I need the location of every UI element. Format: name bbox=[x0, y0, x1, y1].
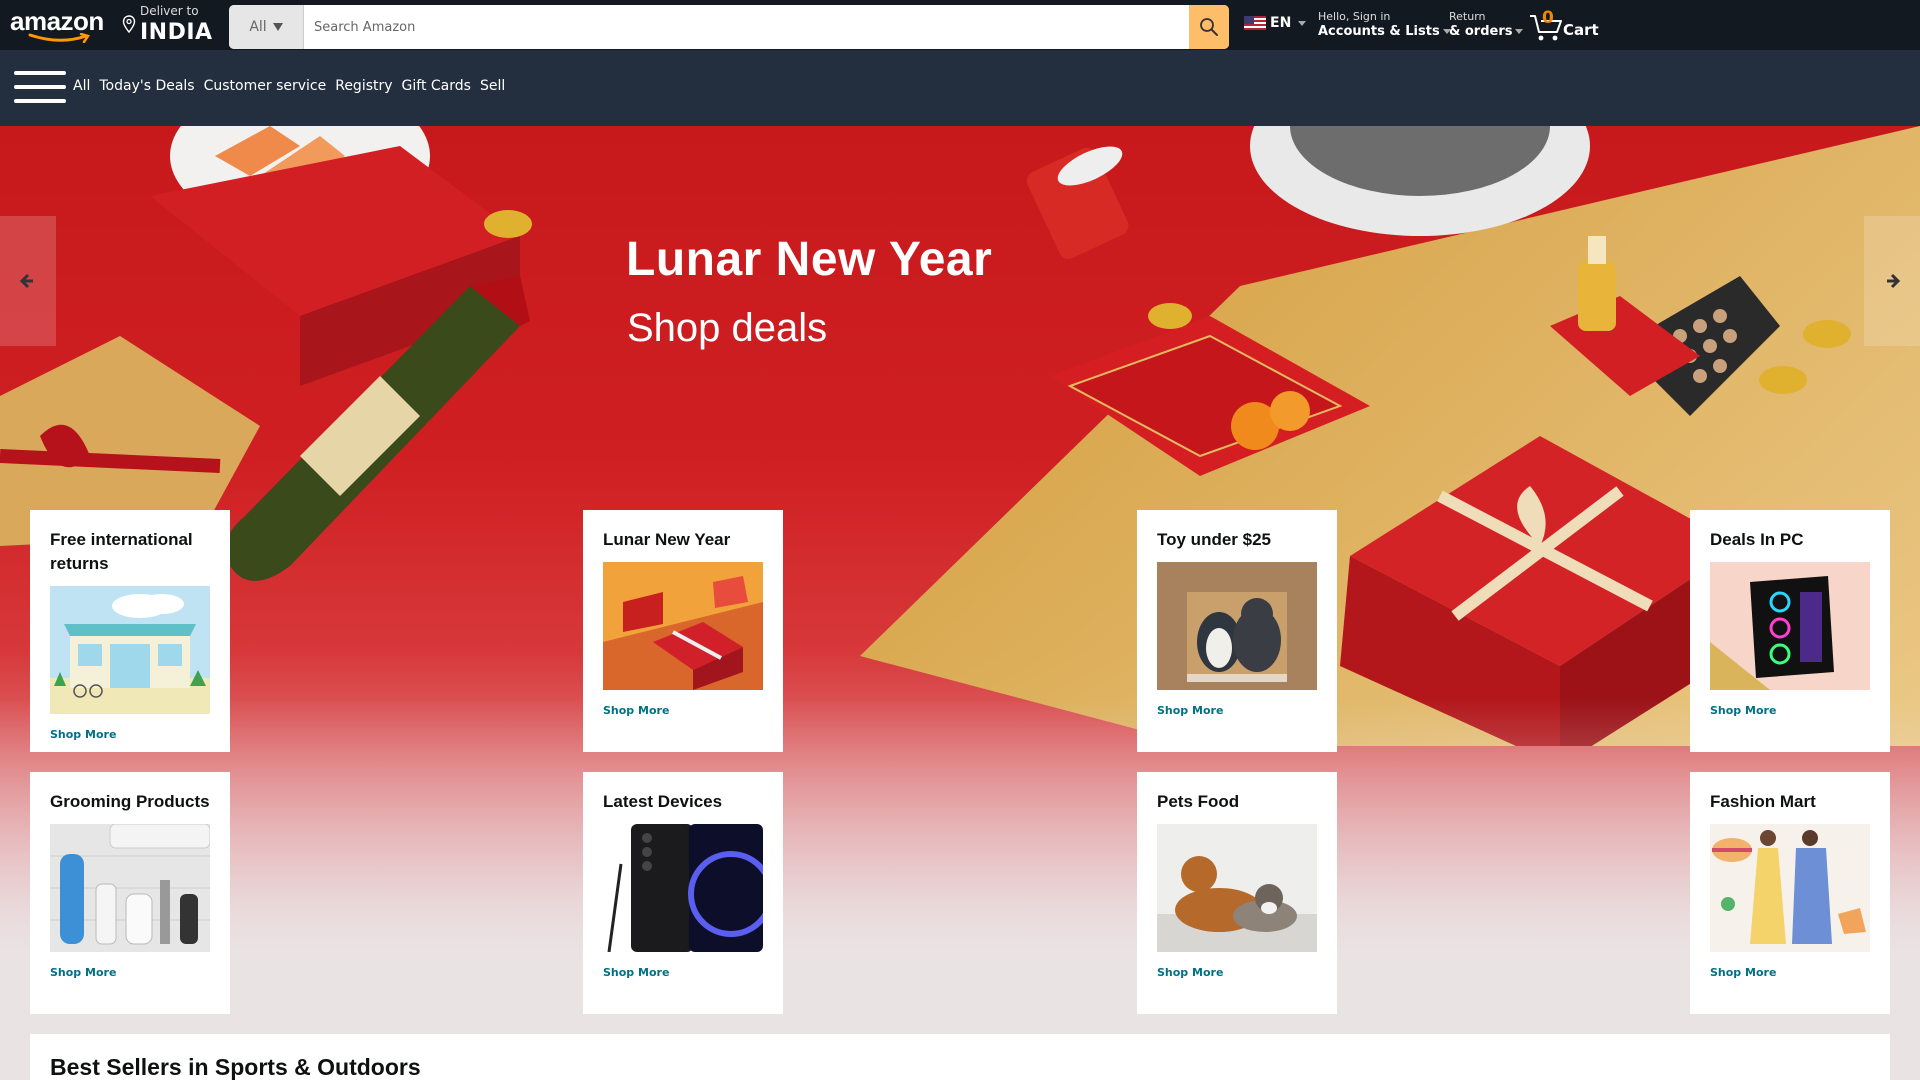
account-lists-label: Accounts & Lists bbox=[1318, 24, 1440, 39]
card-title: Latest Devices bbox=[603, 792, 723, 811]
amazon-logo[interactable]: amazon bbox=[10, 6, 110, 43]
returns-label: Return bbox=[1449, 10, 1486, 23]
chevron-down-icon bbox=[1298, 20, 1307, 26]
card-toy-under-25[interactable]: Toy under $25 Shop More bbox=[1137, 510, 1337, 752]
logo-text: amazon bbox=[10, 6, 104, 36]
shop-more-link[interactable]: Shop More bbox=[50, 728, 210, 741]
account-menu[interactable]: Hello, Sign in Accounts & Lists bbox=[1318, 10, 1451, 40]
top-navigation-bar: amazon Deliver to INDIA All Search Amazo… bbox=[0, 0, 1920, 50]
nav-todays-deals[interactable]: Today's Deals bbox=[99, 78, 194, 94]
plush-toys-image[interactable] bbox=[1157, 562, 1317, 690]
dropdown-caret-icon bbox=[272, 23, 283, 31]
smile-arrow-icon bbox=[28, 33, 90, 43]
returns-orders-link[interactable]: Return & orders bbox=[1449, 10, 1524, 40]
grooming-kit-image[interactable] bbox=[50, 824, 210, 952]
nav-all[interactable]: All bbox=[73, 78, 90, 94]
search-icon bbox=[1200, 18, 1218, 36]
deliver-to-country: INDIA bbox=[140, 20, 213, 45]
deliver-to-label: Deliver to bbox=[140, 4, 199, 18]
card-title: Toy under $25 bbox=[1157, 530, 1271, 549]
smartphone-image[interactable] bbox=[603, 824, 763, 952]
arrow-right-icon bbox=[1887, 273, 1901, 289]
cart-button[interactable]: 0 Cart bbox=[1529, 8, 1609, 44]
shop-more-link[interactable]: Shop More bbox=[1710, 966, 1870, 979]
deliver-to-location[interactable]: Deliver to INDIA bbox=[122, 3, 226, 47]
search-category-label: All bbox=[249, 19, 267, 35]
card-title: Free international returns bbox=[50, 530, 193, 573]
orders-label: & orders bbox=[1449, 24, 1513, 39]
search-button[interactable] bbox=[1189, 5, 1229, 49]
storefront-illustration-image[interactable] bbox=[50, 586, 210, 714]
card-free-international-returns[interactable]: Free international returns Shop More bbox=[30, 510, 230, 752]
shop-more-link[interactable]: Shop More bbox=[1157, 704, 1317, 717]
card-deals-in-pc[interactable]: Deals In PC Shop More bbox=[1690, 510, 1890, 752]
nav-customer-service[interactable]: Customer service bbox=[204, 78, 327, 94]
shop-more-link[interactable]: Shop More bbox=[603, 966, 763, 979]
gift-boxes-image[interactable] bbox=[603, 562, 763, 690]
language-label: EN bbox=[1270, 15, 1292, 31]
cart-count: 0 bbox=[1542, 8, 1554, 28]
dog-and-cat-image[interactable] bbox=[1157, 824, 1317, 952]
chevron-down-icon bbox=[1515, 29, 1524, 34]
hamburger-menu-icon[interactable] bbox=[14, 71, 66, 105]
card-fashion-mart[interactable]: Fashion Mart Shop More bbox=[1690, 772, 1890, 1014]
arrow-left-icon bbox=[19, 273, 33, 289]
secondary-navigation-bar: All Today's Deals Customer service Regis… bbox=[0, 50, 1920, 126]
language-selector[interactable]: EN bbox=[1244, 15, 1307, 31]
best-sellers-section: Best Sellers in Sports & Outdoors bbox=[30, 1034, 1890, 1080]
hero-title: Lunar New Year bbox=[626, 233, 993, 286]
card-grooming-products[interactable]: Grooming Products Shop More bbox=[30, 772, 230, 1014]
us-flag-icon bbox=[1244, 16, 1266, 30]
nav-sell[interactable]: Sell bbox=[480, 78, 505, 94]
card-title: Pets Food bbox=[1157, 792, 1240, 811]
search-category-dropdown[interactable]: All bbox=[229, 5, 304, 49]
shop-more-link[interactable]: Shop More bbox=[1710, 704, 1870, 717]
card-title: Grooming Products bbox=[50, 792, 210, 811]
search-bar: All bbox=[229, 5, 1229, 49]
gaming-pc-image[interactable] bbox=[1710, 562, 1870, 690]
card-title: Fashion Mart bbox=[1710, 792, 1816, 811]
shop-more-link[interactable]: Shop More bbox=[603, 704, 763, 717]
carousel-prev-button[interactable] bbox=[0, 216, 56, 346]
card-title: Lunar New Year bbox=[603, 530, 731, 549]
nav-registry[interactable]: Registry bbox=[335, 78, 392, 94]
shop-more-link[interactable]: Shop More bbox=[1157, 966, 1317, 979]
account-greeting: Hello, Sign in bbox=[1318, 10, 1391, 23]
carousel-next-button[interactable] bbox=[1864, 216, 1920, 346]
shop-more-link[interactable]: Shop More bbox=[50, 966, 210, 979]
card-title: Deals In PC bbox=[1710, 530, 1804, 549]
hero-subtitle: Shop deals bbox=[627, 306, 828, 350]
fashion-models-image[interactable] bbox=[1710, 824, 1870, 952]
card-latest-devices[interactable]: Latest Devices Shop More bbox=[583, 772, 783, 1014]
location-pin-icon bbox=[122, 15, 136, 33]
nav-gift-cards[interactable]: Gift Cards bbox=[402, 78, 471, 94]
cart-label: Cart bbox=[1563, 21, 1599, 39]
card-lunar-new-year[interactable]: Lunar New Year Shop More bbox=[583, 510, 783, 752]
card-pets-food[interactable]: Pets Food Shop More bbox=[1137, 772, 1337, 1014]
search-input[interactable] bbox=[304, 5, 1189, 49]
hero-banner[interactable]: Lunar New Year Shop deals bbox=[0, 126, 1920, 1080]
best-sellers-title: Best Sellers in Sports & Outdoors bbox=[50, 1054, 421, 1080]
